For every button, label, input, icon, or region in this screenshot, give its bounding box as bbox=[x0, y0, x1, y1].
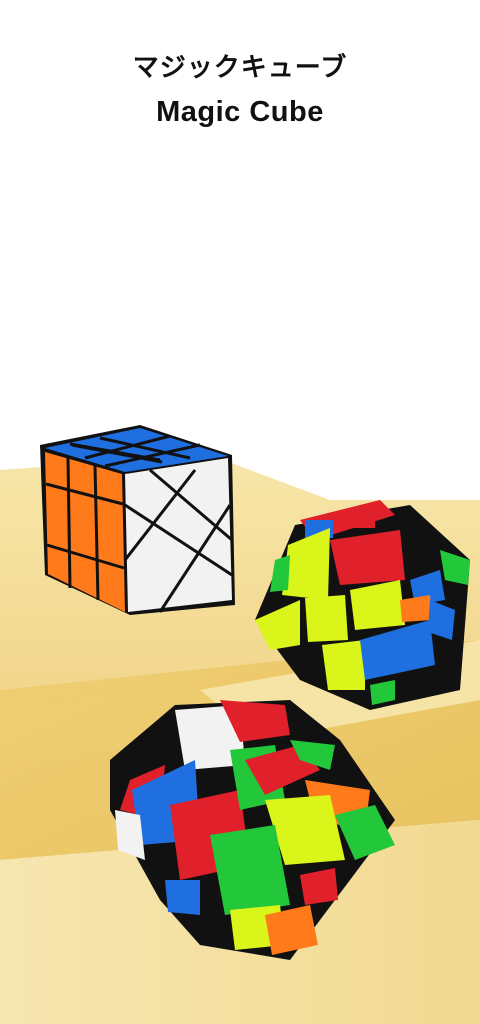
fisher-cube bbox=[40, 425, 235, 615]
product-scene bbox=[0, 425, 480, 1024]
